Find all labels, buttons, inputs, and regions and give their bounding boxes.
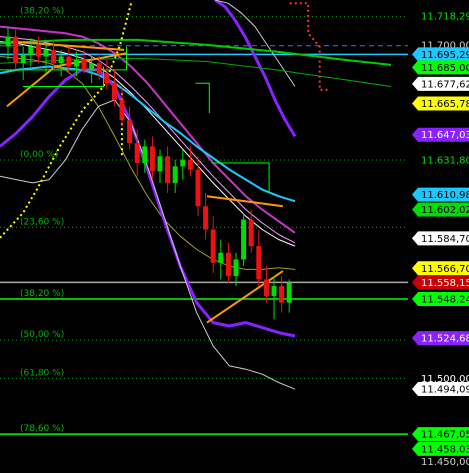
candle-body xyxy=(134,143,140,163)
price-tag: 11.610,98 xyxy=(412,187,469,202)
price-tag: 11.631,80 xyxy=(421,155,469,166)
fib-label: (61,80 %) xyxy=(20,368,64,378)
price-tag-text: 11.584,70 xyxy=(421,234,469,245)
candle-body xyxy=(157,156,163,172)
price-tag: 11.677,62 xyxy=(412,76,469,91)
candle-body xyxy=(119,99,125,120)
candle-body xyxy=(271,286,277,297)
candle-body xyxy=(225,252,231,277)
candle-body xyxy=(172,166,178,183)
candle-body xyxy=(20,54,26,64)
price-tag-text: 11.467,05 xyxy=(421,430,469,441)
fib-labels-layer: (38,20 %) (0,00 %) (23,60 %) (38,20 %) (50,0… xyxy=(20,7,64,434)
candle-body xyxy=(279,286,285,303)
price-chart: (38,20 %) (0,00 %) (23,60 %) (38,20 %) (50,0… xyxy=(0,0,469,468)
price-tag-text: 11.548,24 xyxy=(421,295,469,306)
candle-body xyxy=(263,279,269,297)
price-tag-text: 11.566,70 xyxy=(421,264,469,275)
candle-body xyxy=(256,246,262,280)
candle-body xyxy=(248,219,254,247)
price-tag-text: 11.677,62 xyxy=(421,79,469,90)
overlay-line xyxy=(0,57,392,87)
candle-body xyxy=(73,59,79,67)
candle-body xyxy=(187,159,193,170)
price-tag: 11.718,29 xyxy=(421,12,469,23)
candle-body xyxy=(13,36,19,64)
candle-body xyxy=(81,59,87,70)
price-tag-text: 11.494,09 xyxy=(421,385,469,396)
price-tag: 11.450,00 xyxy=(421,457,469,468)
candle-body xyxy=(127,119,133,144)
candle-body xyxy=(142,146,148,163)
price-tag-text: 11.695,29 xyxy=(421,50,469,61)
candle-body xyxy=(210,229,216,263)
fib-label: (38,20 %) xyxy=(20,289,64,299)
overlay-line xyxy=(206,270,284,324)
fib-label: (38,20 %) xyxy=(20,7,64,17)
price-tag: 11.548,24 xyxy=(412,292,469,307)
candle-body xyxy=(149,146,155,172)
price-tag: 11.494,09 xyxy=(412,382,469,397)
overlay-line xyxy=(195,82,210,114)
price-tag-text: 11.558,15 xyxy=(421,278,469,289)
candle-body xyxy=(28,46,34,55)
price-tag-text: 11.647,03 xyxy=(421,130,469,141)
chart-area: (38,20 %) (0,00 %) (23,60 %) (38,20 %) (50,0… xyxy=(0,0,469,469)
fib-label: (78,60 %) xyxy=(20,424,64,434)
price-tag: 11.685,00 xyxy=(412,60,469,75)
candle-body xyxy=(195,169,201,207)
candle-body xyxy=(66,56,72,67)
candle-body xyxy=(286,282,292,303)
price-tag: 11.602,02 xyxy=(412,202,469,217)
price-tag-text: 11.458,03 xyxy=(421,444,469,455)
price-tag: 11.558,15 xyxy=(412,275,469,290)
candle-body xyxy=(89,63,95,70)
price-labels-layer: 11.718,2911.700,0011.695,2911.685,0011.6… xyxy=(412,12,469,468)
candle-body xyxy=(58,56,64,64)
candle-body xyxy=(111,83,117,100)
candle-body xyxy=(241,219,247,260)
price-tag: 11.524,68 xyxy=(412,331,469,346)
price-tag-text: 11.718,29 xyxy=(421,12,469,23)
price-tag: 11.695,29 xyxy=(412,47,469,62)
candle-body xyxy=(180,159,186,167)
candle-body xyxy=(43,49,49,57)
price-tag: 11.584,70 xyxy=(412,231,469,246)
price-tag: 11.458,03 xyxy=(412,441,469,456)
candle-body xyxy=(5,36,11,47)
candle-body xyxy=(104,73,110,84)
indicator-line xyxy=(214,0,296,87)
candle-body xyxy=(218,252,224,263)
candle-body xyxy=(233,259,239,277)
fib-label: (0,00 %) xyxy=(20,150,58,160)
candle-body xyxy=(51,49,57,64)
candle-body xyxy=(35,46,41,57)
candle-body xyxy=(165,156,171,183)
price-tag-text: 11.450,00 xyxy=(421,457,469,468)
price-tag: 11.566,70 xyxy=(412,261,469,276)
price-tag: 11.647,03 xyxy=(412,127,469,142)
price-tag-text: 11.602,02 xyxy=(421,205,469,216)
price-tag-text: 11.631,80 xyxy=(421,155,469,166)
candle-body xyxy=(96,63,102,74)
price-tag: 11.665,78 xyxy=(412,96,469,111)
price-tag-text: 11.665,78 xyxy=(421,99,469,110)
price-tag-text: 11.685,00 xyxy=(421,63,469,74)
price-tag-text: 11.524,68 xyxy=(421,334,469,345)
price-tag-text: 11.610,98 xyxy=(421,190,469,201)
price-tag: 11.467,05 xyxy=(412,427,469,442)
overlay-line xyxy=(206,195,284,208)
candle-body xyxy=(203,206,209,230)
fib-label: (23,60 %) xyxy=(20,217,64,227)
fib-label: (50,00 %) xyxy=(20,330,64,340)
